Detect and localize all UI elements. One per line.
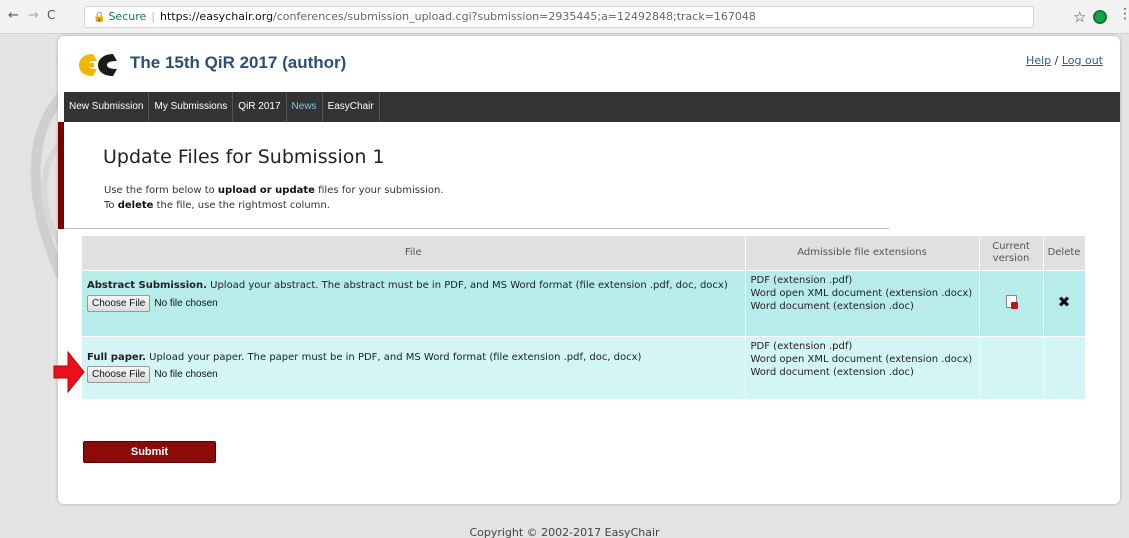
file-description: Full paper. Upload your paper. The paper… (87, 351, 642, 363)
file-name: Abstract Submission. (87, 279, 207, 291)
footer-copyright: Copyright © 2002-2017 EasyChair (469, 526, 660, 538)
intro-line-2: To delete the file, use the rightmost co… (104, 200, 330, 211)
reload-icon[interactable]: C (47, 8, 55, 22)
browser-toolbar: ← → C 🔒 Secure | https://easychair.org/conf… (0, 0, 1129, 34)
help-link[interactable]: Help (1026, 54, 1051, 67)
link-separator: / (1051, 54, 1062, 67)
extensions-cell: PDF (extension .pdf) Word open XML docum… (745, 335, 980, 399)
pdf-file-icon[interactable] (1005, 294, 1018, 309)
table-header-row: File Admissible file extensions Current … (82, 236, 1086, 270)
page-title: Update Files for Submission 1 (103, 146, 385, 168)
lock-icon: 🔒 (93, 12, 106, 23)
intro-line-1: Use the form below to upload or update f… (104, 185, 444, 196)
conference-title: The 15th QiR 2017 (author) (130, 53, 347, 72)
browser-menu-icon[interactable]: ⋮ (1118, 6, 1129, 22)
column-header-file: File (82, 236, 746, 270)
back-arrow-icon[interactable]: ← (8, 8, 19, 23)
delete-cell (1043, 335, 1086, 399)
menu-item-my-submissions[interactable]: My Submissions (149, 92, 234, 122)
extension-item: PDF (extension .pdf) (750, 274, 853, 286)
submit-button[interactable]: Submit (83, 441, 216, 463)
extension-item: Word document (extension .doc) (750, 366, 914, 378)
address-bar[interactable]: 🔒 Secure | https://easychair.org/conference… (84, 6, 1034, 28)
current-version-cell (979, 335, 1044, 399)
delete-cell: ✖ (1043, 269, 1086, 336)
red-arrow-icon (53, 350, 85, 394)
extension-item: PDF (extension .pdf) (750, 340, 853, 352)
main-menu: New Submission My Submissions QiR 2017 N… (64, 92, 1120, 122)
file-cell: Abstract Submission. Upload your abstrac… (82, 269, 746, 336)
file-cell: Full paper. Upload your paper. The paper… (82, 335, 746, 399)
accent-bar (58, 122, 64, 229)
secure-label: Secure (108, 10, 147, 23)
url-path: /conferences/submission_upload.cgi?submi… (273, 10, 756, 23)
menu-item-easychair[interactable]: EasyChair (323, 92, 380, 122)
divider (64, 228, 889, 229)
menu-item-new-submission[interactable]: New Submission (64, 92, 150, 122)
delete-icon[interactable]: ✖ (1058, 293, 1071, 311)
table-row: Full paper. Upload your paper. The paper… (82, 335, 1086, 399)
extension-item: Word document (extension .doc) (750, 300, 914, 312)
extension-icon[interactable] (1093, 10, 1107, 24)
file-input: Choose File No file chosen (87, 365, 740, 383)
easychair-logo-icon (79, 54, 117, 76)
file-name: Full paper. (87, 351, 146, 363)
logout-link[interactable]: Log out (1062, 54, 1103, 67)
file-description: Abstract Submission. Upload your abstrac… (87, 279, 728, 291)
choose-file-button[interactable]: Choose File (87, 365, 151, 383)
extension-item: Word open XML document (extension .docx) (750, 353, 973, 365)
choose-file-button[interactable]: Choose File (87, 294, 151, 312)
url-separator: | (151, 10, 155, 23)
current-version-cell (979, 269, 1044, 336)
url-host: https://easychair.org (160, 10, 274, 23)
menu-item-qir-2017[interactable]: QiR 2017 (233, 92, 287, 122)
column-header-current-version: Current version (979, 236, 1044, 270)
menu-item-news[interactable]: News (287, 92, 323, 122)
bookmark-star-icon[interactable]: ☆ (1073, 8, 1086, 26)
files-table: File Admissible file extensions Current … (82, 236, 1086, 399)
intro-text: Use the form below to upload or update f… (104, 183, 444, 213)
column-header-delete: Delete (1043, 236, 1086, 270)
page-card: The 15th QiR 2017 (author) Help / Log ou… (58, 36, 1120, 504)
file-status: No file chosen (154, 368, 218, 380)
top-links: Help / Log out (1026, 54, 1103, 67)
forward-arrow-icon[interactable]: → (28, 8, 39, 23)
extensions-cell: PDF (extension .pdf) Word open XML docum… (745, 269, 980, 336)
table-row: Abstract Submission. Upload your abstrac… (82, 269, 1086, 336)
file-status: No file chosen (154, 297, 218, 309)
extension-item: Word open XML document (extension .docx) (750, 287, 973, 299)
file-input: Choose File No file chosen (87, 294, 740, 312)
column-header-extensions: Admissible file extensions (745, 236, 980, 270)
